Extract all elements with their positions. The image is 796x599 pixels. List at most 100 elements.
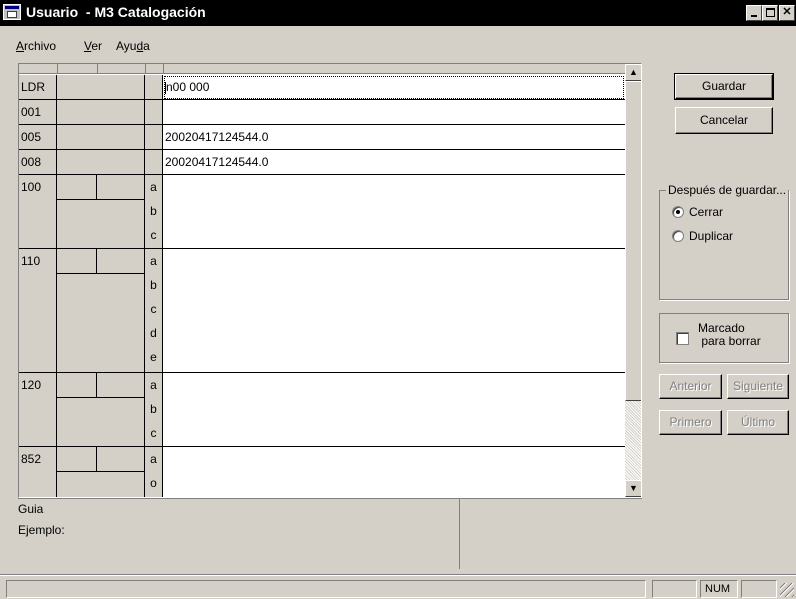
indicator2-field[interactable] — [97, 249, 145, 274]
maximize-icon — [766, 8, 775, 17]
tag-cell-852[interactable]: 852 — [19, 447, 57, 497]
anterior-button[interactable]: Anterior — [659, 374, 722, 399]
subfield-code: o — [150, 476, 157, 490]
value-field-110[interactable] — [163, 249, 625, 373]
status-pane-scroll — [741, 580, 777, 598]
indicator-cell — [57, 125, 145, 150]
menu-text: rchivo — [24, 39, 57, 53]
menu-ayuda[interactable]: Ayuda — [116, 39, 150, 53]
tag-label: 110 — [21, 254, 41, 268]
status-pane-caps — [652, 580, 697, 598]
menu-text: Ayu — [116, 39, 137, 53]
tag-cell-100[interactable]: 100 — [19, 175, 57, 249]
value-text: 20020417124544.0 — [165, 155, 269, 169]
scroll-down-button[interactable]: ▼ — [625, 480, 641, 497]
scroll-track[interactable] — [625, 401, 641, 480]
vertical-scrollbar[interactable]: ▲ ▼ — [625, 64, 641, 497]
tag-cell-008[interactable]: 008 — [19, 150, 57, 175]
resize-grip-icon[interactable] — [780, 583, 794, 597]
radio-label: Cerrar — [689, 205, 724, 219]
menu-text: a — [143, 39, 150, 53]
cancelar-button[interactable]: Cancelar — [675, 107, 773, 134]
guia-label: Guia — [18, 502, 44, 516]
arrow-down-icon: ▼ — [629, 483, 638, 493]
indicator2-field[interactable] — [97, 373, 145, 398]
subfield-code: a — [150, 378, 157, 392]
minimize-button[interactable] — [746, 5, 762, 21]
value-field-001[interactable] — [163, 100, 625, 125]
subfield-code: c — [150, 228, 157, 242]
tag-cell-120[interactable]: 120 — [19, 373, 57, 447]
indicator-cell — [57, 150, 145, 175]
tag-cell-110[interactable]: 110 — [19, 249, 57, 373]
siguiente-button[interactable]: Siguiente — [727, 374, 789, 399]
subfield-code: c — [150, 302, 157, 316]
guardar-button[interactable]: Guardar — [674, 73, 774, 100]
indicator2-field[interactable] — [97, 175, 145, 200]
subfield-code: a — [150, 180, 157, 194]
radio-label: Duplicar — [689, 229, 734, 243]
tag-cell-001[interactable]: 001 — [19, 100, 57, 125]
scroll-thumb[interactable] — [625, 81, 641, 401]
minimize-icon — [751, 15, 757, 17]
status-pane-num: NUM — [700, 580, 738, 598]
close-button[interactable]: ✕ — [779, 5, 795, 21]
mark-delete-group: Marcado para borrar — [659, 313, 789, 363]
grid-header — [19, 64, 625, 74]
close-icon: ✕ — [782, 6, 792, 18]
after-save-legend: Después de guardar... — [666, 183, 789, 197]
menu-ver[interactable]: Ver — [84, 39, 102, 53]
indicator1-field[interactable] — [57, 373, 97, 398]
tag-cell-005[interactable]: 005 — [19, 125, 57, 150]
subfield-cell — [145, 125, 163, 150]
indicator-cell — [57, 200, 145, 249]
menu-accelerator: A — [16, 39, 25, 53]
radio-unselected-icon — [672, 230, 684, 242]
primero-button[interactable]: Primero — [659, 410, 722, 435]
guide-text-area: Guia Ejemplo: — [18, 499, 460, 569]
tag-label: 120 — [21, 378, 42, 392]
tag-cell-ldr[interactable]: LDR — [19, 75, 57, 100]
tag-label: 005 — [21, 130, 42, 144]
guide-panel: Guia Ejemplo: — [18, 498, 642, 569]
subfield-code: e — [150, 350, 157, 364]
value-field-ldr[interactable]: n00 000 — [163, 75, 625, 100]
subfield-codes-120: a b c — [145, 373, 163, 447]
subfield-cell — [145, 150, 163, 175]
title-bar: Usuario - M3 Catalogación ✕ — [0, 0, 796, 26]
menu-text: er — [91, 39, 103, 53]
value-field-008[interactable]: 20020417124544.0 — [163, 150, 625, 175]
menu-bar: Archivo Ver Ayuda — [0, 36, 796, 56]
subfield-code: a — [150, 452, 157, 466]
catalog-app-icon[interactable] — [3, 4, 21, 20]
mark-delete-label: Marcado para borrar — [698, 321, 761, 348]
value-field-100[interactable] — [163, 175, 625, 249]
subfield-cell — [145, 75, 163, 100]
mark-delete-checkbox[interactable] — [676, 332, 689, 345]
subfield-code: a — [150, 254, 157, 268]
maximize-button[interactable] — [762, 5, 778, 21]
status-bar: NUM — [0, 574, 796, 599]
subfield-code: b — [150, 204, 157, 218]
menu-archivo[interactable]: Archivo — [16, 39, 56, 53]
tag-label: 001 — [21, 105, 42, 119]
indicator-cell — [57, 398, 145, 447]
radio-selected-icon — [672, 206, 684, 218]
indicator1-field[interactable] — [57, 249, 97, 274]
indicator1-field[interactable] — [57, 175, 97, 200]
radio-duplicar[interactable]: Duplicar — [672, 229, 733, 243]
value-text: n00 000 — [165, 75, 625, 99]
radio-cerrar[interactable]: Cerrar — [672, 205, 723, 219]
status-pane-main — [6, 580, 646, 598]
tag-label: LDR — [21, 80, 46, 94]
value-field-120[interactable] — [163, 373, 625, 447]
value-field-852[interactable] — [163, 447, 625, 497]
ultimo-button[interactable]: Último — [727, 410, 789, 435]
indicator2-field[interactable] — [97, 447, 145, 472]
marc-grid: LDR n00 000 001 005 20020417124544.0 008… — [18, 63, 642, 498]
value-field-005[interactable]: 20020417124544.0 — [163, 125, 625, 150]
indicator1-field[interactable] — [57, 447, 97, 472]
subfield-codes-110: a b c d e — [145, 249, 163, 373]
indicator-cell — [57, 472, 145, 497]
scroll-up-button[interactable]: ▲ — [625, 64, 641, 81]
